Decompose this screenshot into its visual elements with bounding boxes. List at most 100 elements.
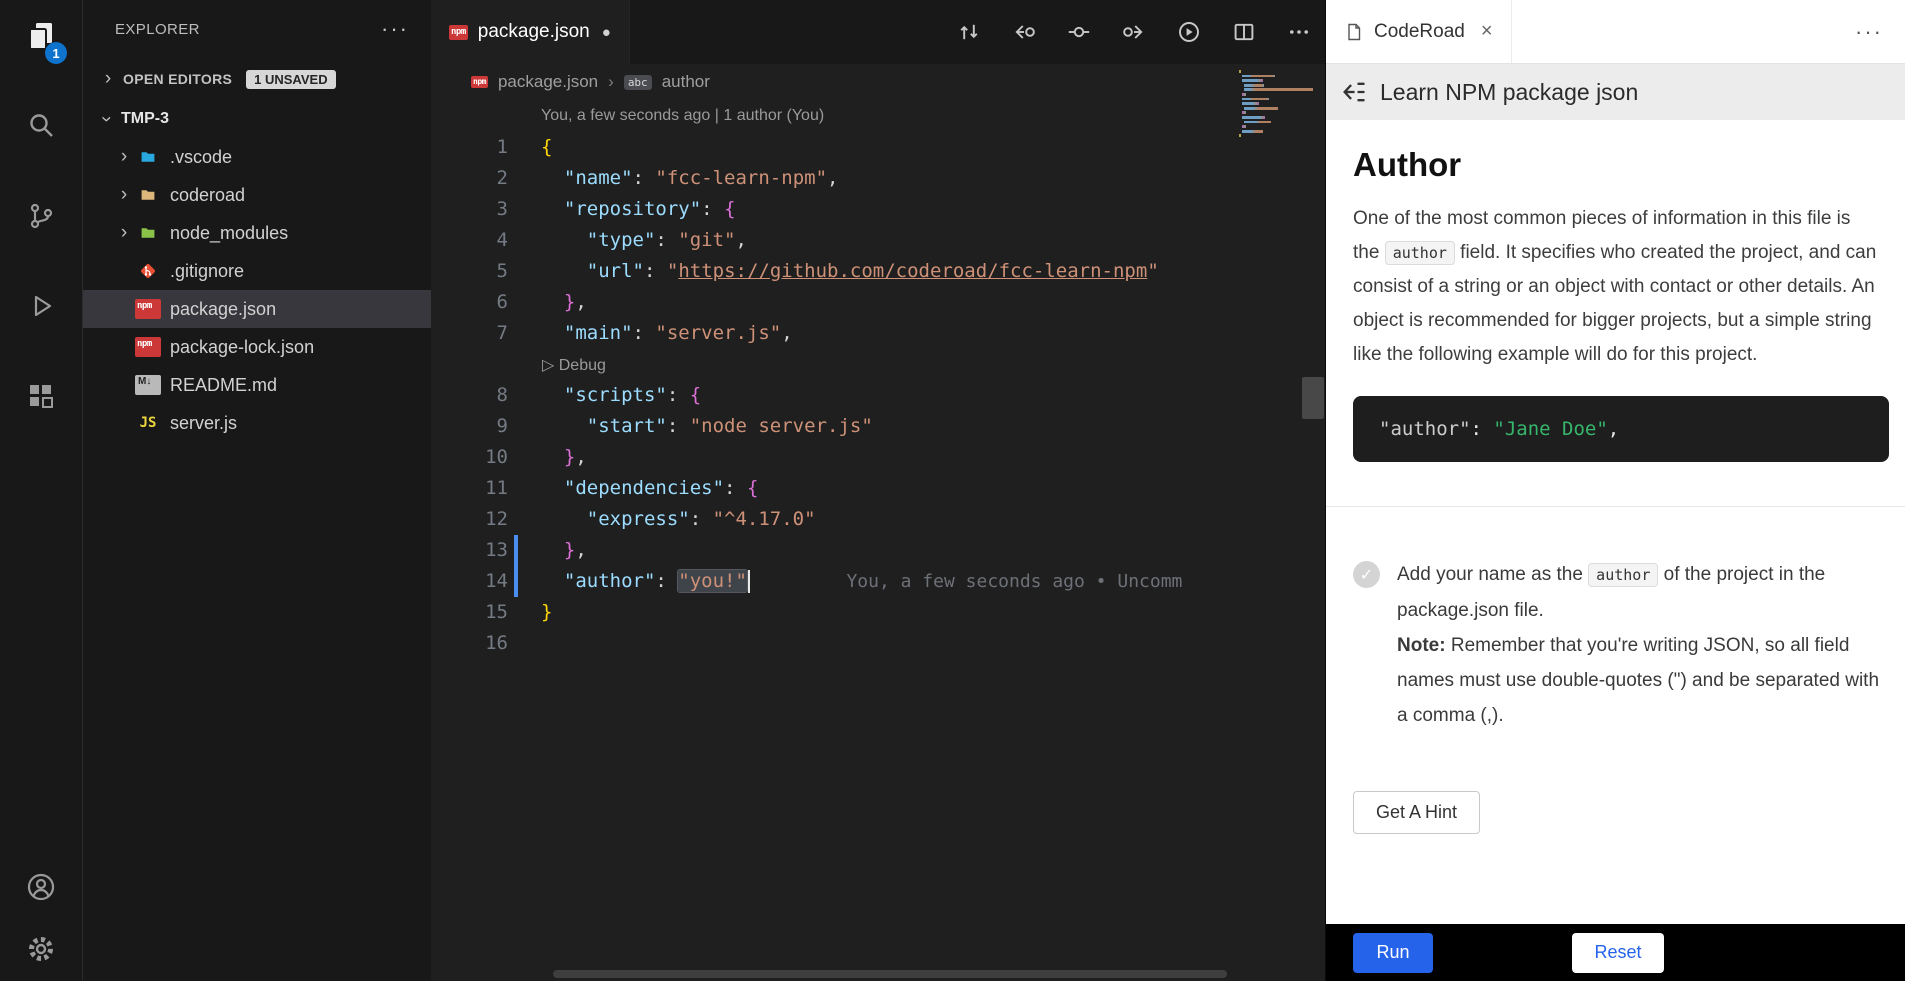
inline-code-author: author [1588,563,1658,587]
line-number: 5 [431,256,508,287]
file-label: package-lock.json [170,337,314,358]
line-number: 12 [431,504,508,535]
code-line[interactable]: 15} [431,597,1239,628]
tree-root-folder[interactable]: › TMP-3 [83,100,431,138]
open-editors-section[interactable]: › OPEN EDITORS 1 UNSAVED [83,58,431,100]
code-line[interactable]: 9 "start": "node server.js" [431,411,1239,442]
run-debug-icon[interactable] [17,282,65,330]
arrow-circle-left-icon[interactable] [1012,20,1036,44]
code-line[interactable]: 7 "main": "server.js", [431,318,1239,349]
source-control-icon[interactable] [17,192,65,240]
editor-tab-bar: npm package.json ● [431,0,1325,64]
file-label: package.json [170,299,276,320]
more-actions-icon[interactable]: ··· [1855,19,1883,45]
more-actions-icon[interactable] [1287,20,1311,44]
code-line-content: "dependencies": { [508,473,1239,504]
modified-indicator [514,566,518,597]
code-line[interactable]: 8 "scripts": { [431,380,1239,411]
file-item-.gitignore[interactable]: ›.gitignore [83,252,431,290]
code-line[interactable]: 3 "repository": { [431,194,1239,225]
horizontal-scrollbar[interactable] [553,970,1227,978]
tab-package-json[interactable]: npm package.json ● [431,0,630,64]
code-line[interactable]: 16 [431,628,1239,659]
panel-header: Learn NPM package json [1326,64,1905,120]
code-line[interactable]: 6 }, [431,287,1239,318]
root-folder-label: TMP-3 [121,110,169,128]
line-number: 4 [431,225,508,256]
breadcrumb-symbol[interactable]: author [662,72,710,92]
close-icon[interactable]: × [1481,20,1493,43]
code-line[interactable]: 1{ [431,132,1239,163]
line-number: 14 [431,566,508,597]
line-number: 6 [431,287,508,318]
extensions-icon[interactable] [17,372,65,420]
more-actions-icon[interactable]: ··· [381,16,409,42]
example-code-block: "author": "Jane Doe", [1353,396,1889,462]
line-number: 16 [431,628,508,659]
code-line[interactable]: 4 "type": "git", [431,225,1239,256]
code-line-content: }, [508,287,1239,318]
chevron-right-icon: › [113,222,135,244]
files-icon[interactable]: 1 [17,12,65,60]
file-item-package-lock.json[interactable]: ›npmpackage-lock.json [83,328,431,366]
activity-bar-items: 1 [17,0,65,420]
breadcrumb: npm package.json › abc author [431,64,1325,100]
line-number: 8 [431,380,508,411]
codelens-debug[interactable]: ▷ Debug [431,349,1239,380]
file-label: .gitignore [170,261,244,282]
code-line[interactable]: 10 }, [431,442,1239,473]
sidebar-header: EXPLORER ··· [83,0,431,58]
note-label: Note: [1397,635,1446,656]
account-icon[interactable] [17,863,65,911]
npm-icon: npm [471,76,488,88]
code-line-content: "author": "you!"You, a few seconds ago •… [508,566,1239,597]
node-modules-folder-icon [135,223,161,243]
code-line[interactable]: 5 "url": "https://github.com/coderoad/fc… [431,256,1239,287]
run-button[interactable]: Run [1353,933,1433,973]
line-number [431,349,508,380]
line-number: 9 [431,411,508,442]
code-line[interactable]: 12 "express": "^4.17.0" [431,504,1239,535]
split-editor-icon[interactable] [1232,20,1256,44]
back-icon[interactable] [1340,78,1368,106]
folder-icon [135,185,161,205]
file-label: server.js [170,413,237,434]
chevron-right-icon: › [113,146,135,168]
file-tree: ›.vscode›coderoad›node_modules›.gitignor… [83,138,431,442]
chevron-right-icon: › [113,184,135,206]
codelens-authors[interactable]: You, a few seconds ago | 1 author (You) [431,100,1325,132]
git-compare-icon[interactable] [957,20,981,44]
panel-tab-bar: CodeRoad × ··· [1326,0,1905,64]
code-line[interactable]: 2 "name": "fcc-learn-npm", [431,163,1239,194]
reset-button[interactable]: Reset [1572,933,1664,973]
get-a-hint-button[interactable]: Get A Hint [1353,791,1480,834]
code-area[interactable]: 1{2 "name": "fcc-learn-npm",3 "repositor… [431,132,1239,659]
lesson-title: Learn NPM package json [1380,79,1638,106]
vscode-folder-icon [135,147,161,167]
code-line[interactable]: 14 "author": "you!"You, a few seconds ag… [431,566,1239,597]
tab-coderoad[interactable]: CodeRoad × [1326,0,1512,63]
file-item-package.json[interactable]: ›npmpackage.json [83,290,431,328]
file-item-node_modules[interactable]: ›node_modules [83,214,431,252]
arrow-circle-right-icon[interactable] [1122,20,1146,44]
file-item-README.md[interactable]: ›M↓README.md [83,366,431,404]
code-line-content: }, [508,442,1239,473]
scrollbar-thumb[interactable] [1302,377,1324,419]
run-circle-icon[interactable] [1177,20,1201,44]
code-line[interactable]: 13 }, [431,535,1239,566]
git-icon [135,261,161,281]
minimap[interactable] [1239,70,1319,144]
breadcrumb-file[interactable]: package.json [498,72,598,92]
circle-slash-icon[interactable] [1067,20,1091,44]
file-icon [1344,22,1364,42]
settings-gear-icon[interactable] [17,925,65,973]
file-item-server.js[interactable]: ›JSserver.js [83,404,431,442]
modified-dot-icon[interactable]: ● [602,24,611,41]
file-item-coderoad[interactable]: ›coderoad [83,176,431,214]
search-icon[interactable] [17,102,65,150]
file-item-.vscode[interactable]: › .vscode [83,138,431,176]
lesson-content: Author One of the most common pieces of … [1326,120,1905,924]
code-line[interactable]: 11 "dependencies": { [431,473,1239,504]
file-label: .vscode [170,147,232,168]
activity-bar: 1 [0,0,83,981]
